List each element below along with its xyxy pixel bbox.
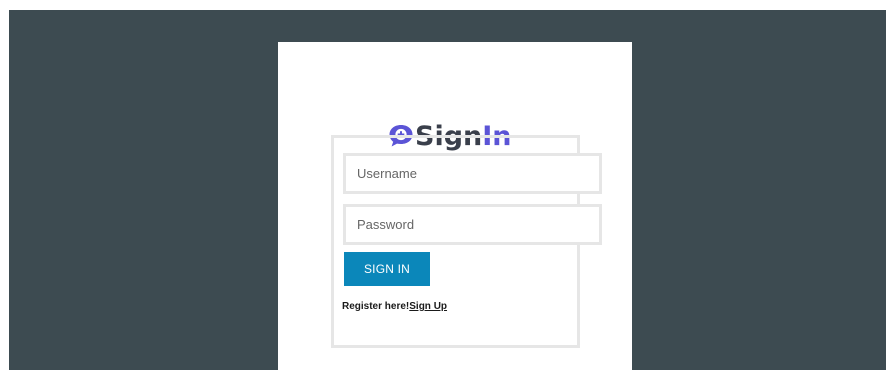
register-prompt-text: Register here! [342,301,410,312]
password-input[interactable] [343,204,602,245]
signup-link[interactable]: Sign Up [409,301,447,312]
username-input[interactable] [343,153,602,194]
register-prompt: Register here!Sign Up [342,301,447,312]
signin-button[interactable]: SIGN IN [344,252,430,286]
